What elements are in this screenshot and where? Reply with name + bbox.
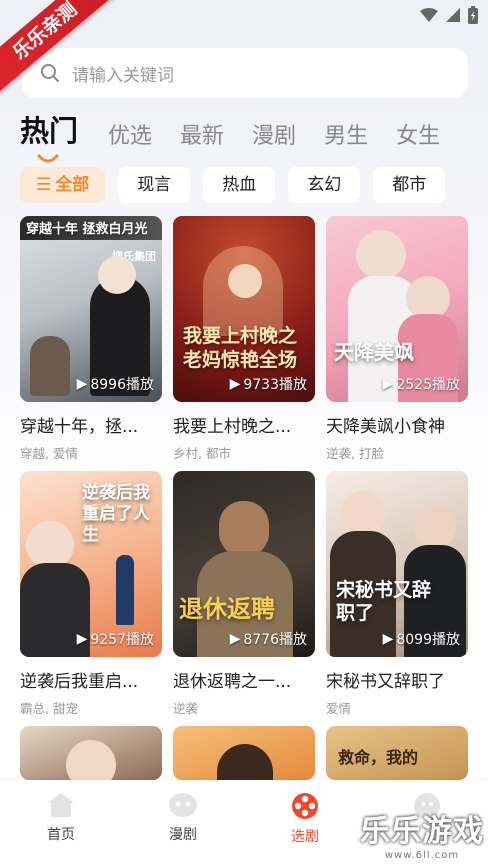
- play-icon: ▶: [76, 631, 88, 647]
- drama-poster: 逆袭后我重启了人生 ▶ 9257播放: [20, 471, 162, 657]
- play-count: ▶ 9257播放: [77, 629, 154, 649]
- drama-title: 逆袭后我重启...: [20, 672, 139, 692]
- watermark-text: 乐乐游戏: [360, 814, 484, 849]
- drama-poster: 宋秘书又辞职了 ▶ 8099播放: [326, 471, 468, 657]
- play-icon: ▶: [229, 376, 241, 392]
- drama-tags: 逆袭, 打脸: [326, 446, 384, 461]
- drama-poster: 穿越十年 拯救白月光 柳氏集团 ▶ 8996播放: [20, 216, 162, 402]
- signal-icon: [446, 8, 460, 22]
- play-icon: ▶: [76, 376, 88, 392]
- poster-title-art: 天降美飒: [334, 340, 414, 364]
- chip-romance[interactable]: 现言: [118, 167, 191, 203]
- play-count: ▶ 2525播放: [383, 374, 460, 394]
- play-count-text: 2525播放: [396, 377, 460, 393]
- poster-title-art: 救命，我的: [338, 748, 419, 767]
- play-icon: ▶: [229, 631, 241, 647]
- drama-poster: 天降美飒 ▶ 2525播放: [326, 216, 468, 402]
- drama-poster: [173, 726, 315, 780]
- battery-icon: [468, 6, 478, 24]
- drama-tags: 乡村, 都市: [173, 446, 231, 461]
- poster-title-art: 穿越十年 拯救白月光: [26, 222, 148, 237]
- search-icon: [41, 64, 59, 82]
- nav-select-drama[interactable]: 选剧: [244, 780, 366, 867]
- wifi-icon: [420, 8, 438, 22]
- drama-tags: 霸总, 甜宠: [20, 701, 78, 716]
- play-count-text: 9257播放: [90, 632, 154, 648]
- play-count-text: 8099播放: [396, 632, 460, 648]
- drama-poster: 救命，我的: [326, 726, 468, 780]
- play-count: ▶ 8776播放: [230, 629, 307, 649]
- tab-comic[interactable]: 漫剧: [252, 118, 296, 150]
- play-count: ▶ 8996播放: [77, 374, 154, 394]
- tab-label: 热门: [20, 114, 79, 148]
- chip-label: 全部: [55, 175, 90, 195]
- status-icons: [420, 6, 478, 24]
- watermark-url: www.6ll.com: [384, 850, 460, 861]
- play-count: ▶ 8099播放: [383, 629, 460, 649]
- comic-icon: [169, 793, 197, 817]
- drama-card[interactable]: 救命，我的: [326, 726, 468, 780]
- tab-latest[interactable]: 最新: [180, 118, 224, 150]
- poster-title-art: 退休返聘: [179, 594, 275, 623]
- play-icon: ▶: [382, 376, 394, 392]
- play-count: ▶ 9733播放: [230, 374, 307, 394]
- poster-title-art: 宋秘书又辞职了: [336, 579, 432, 624]
- drama-card[interactable]: 逆袭后我重启了人生 ▶ 9257播放 逆袭后我重启... 霸总, 甜宠: [20, 471, 162, 717]
- drama-tags: 逆袭: [173, 701, 199, 716]
- drama-title: 我要上村晚之...: [173, 417, 292, 437]
- chip-all[interactable]: ☰ 全部: [20, 167, 106, 203]
- drama-tags: 穿越, 爱情: [20, 446, 78, 461]
- drama-title: 天降美飒小食神: [326, 417, 445, 437]
- tab-female[interactable]: 女生: [396, 118, 440, 150]
- drama-card[interactable]: 退休返聘 ▶ 8776播放 退休返聘之一... 逆袭: [173, 471, 315, 717]
- home-icon: [48, 793, 74, 817]
- drama-card[interactable]: 天降美飒 ▶ 2525播放 天降美飒小食神 逆袭, 打脸: [326, 216, 468, 462]
- chip-action[interactable]: 热血: [203, 167, 276, 203]
- poster-title-art: 我要上村晚之老妈惊艳全场: [183, 325, 298, 371]
- nav-label: 选剧: [291, 829, 319, 845]
- drama-title: 退休返聘之一...: [173, 672, 292, 692]
- tab-male[interactable]: 男生: [324, 118, 368, 150]
- drama-card[interactable]: [173, 726, 315, 780]
- drama-title: 穿越十年，拯...: [20, 417, 139, 437]
- site-watermark: 乐乐游戏 www.6ll.com: [360, 806, 484, 861]
- tab-selected[interactable]: 优选: [108, 118, 152, 150]
- drama-tags: 爱情: [326, 701, 352, 716]
- drama-poster: 退休返聘 ▶ 8776播放: [173, 471, 315, 657]
- drama-poster: [20, 726, 162, 780]
- list-icon: ☰: [36, 175, 52, 195]
- play-count-text: 8776播放: [243, 632, 307, 648]
- play-icon: ▶: [382, 631, 394, 647]
- tab-active-indicator: [37, 154, 59, 163]
- drama-card[interactable]: 宋秘书又辞职了 ▶ 8099播放 宋秘书又辞职了 爱情: [326, 471, 468, 717]
- nav-label: 首页: [47, 827, 75, 843]
- play-count-text: 9733播放: [243, 377, 307, 393]
- genre-chips: ☰ 全部 现言 热血 玄幻 都市: [20, 167, 446, 203]
- search-bar[interactable]: 请输入关键词: [22, 48, 468, 98]
- drama-card[interactable]: 穿越十年 拯救白月光 柳氏集团 ▶ 8996播放 穿越十年，拯... 穿越, 爱情: [20, 216, 162, 462]
- play-count-text: 8996播放: [90, 377, 154, 393]
- nav-label: 漫剧: [169, 827, 197, 843]
- poster-title-art: 逆袭后我重启了人生: [82, 483, 150, 545]
- drama-title: 宋秘书又辞职了: [326, 672, 445, 692]
- tab-hot[interactable]: 热门: [20, 108, 79, 163]
- search-placeholder[interactable]: 请输入关键词: [72, 61, 174, 86]
- chip-urban[interactable]: 都市: [373, 167, 446, 203]
- drama-card[interactable]: 我要上村晚之老妈惊艳全场 ▶ 9733播放 我要上村晚之... 乡村, 都市: [173, 216, 315, 462]
- nav-comic[interactable]: 漫剧: [122, 780, 244, 867]
- chip-fantasy[interactable]: 玄幻: [288, 167, 361, 203]
- film-reel-icon: [292, 793, 318, 819]
- nav-home[interactable]: 首页: [0, 780, 122, 867]
- category-tabs: 热门 优选 最新 漫剧 男生 女生: [20, 108, 468, 163]
- drama-card[interactable]: [20, 726, 162, 780]
- drama-poster: 我要上村晚之老妈惊艳全场 ▶ 9733播放: [173, 216, 315, 402]
